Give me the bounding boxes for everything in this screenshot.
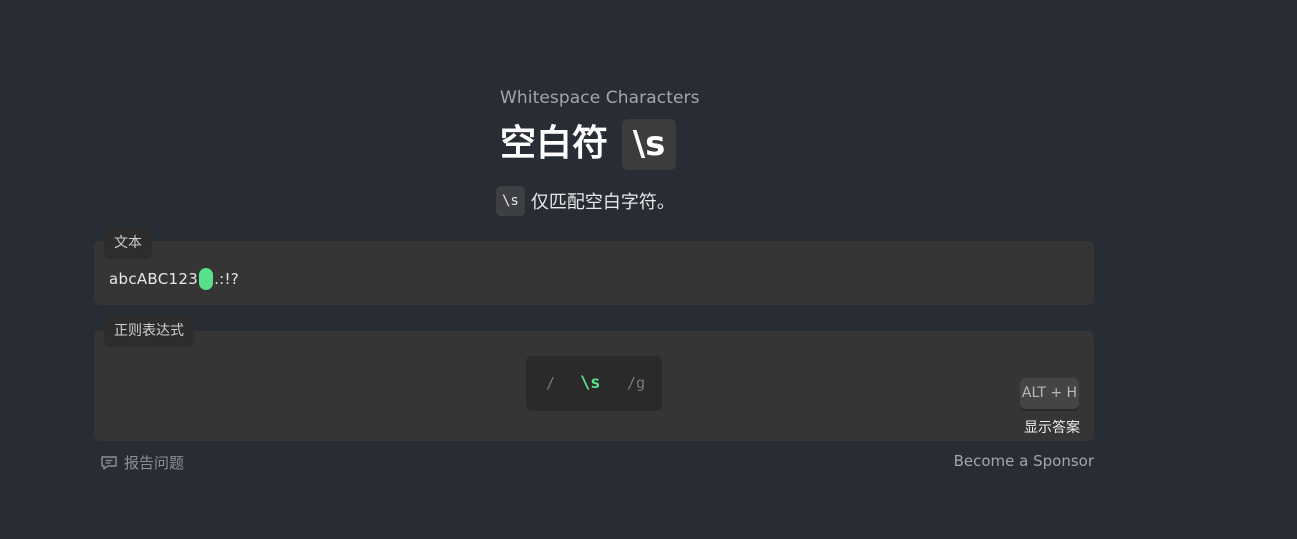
sample-text-after: .:!?	[214, 270, 240, 288]
lesson-subtitle: Whitespace Characters	[500, 88, 700, 108]
report-issue-label: 报告问题	[124, 454, 185, 472]
regex-pattern[interactable]: \s	[580, 373, 600, 393]
regex-panel-label: 正则表达式	[104, 315, 194, 347]
lesson-description: \s 仅匹配空白字符。	[496, 186, 675, 216]
description-code: \s	[496, 186, 525, 216]
show-answer-shortcut[interactable]: ALT + H	[1020, 378, 1079, 409]
comment-icon	[100, 454, 118, 472]
lesson-title-row: 空白符 \s	[500, 118, 677, 170]
text-panel	[94, 241, 1094, 305]
text-panel-label: 文本	[104, 227, 152, 259]
regex-flags: /g	[627, 374, 646, 392]
sample-text-before: abcABC123	[109, 270, 199, 288]
become-sponsor-link[interactable]: Become a Sponsor	[954, 452, 1094, 470]
page: Whitespace Characters 空白符 \s \s 仅匹配空白字符。…	[0, 0, 1297, 539]
sample-text: abcABC123 .:!?	[109, 268, 239, 290]
report-issue-link[interactable]: 报告问题	[100, 452, 184, 473]
lesson-title: 空白符	[500, 123, 609, 164]
lesson-title-code: \s	[622, 118, 677, 170]
whitespace-match-highlight	[199, 268, 214, 290]
regex-input[interactable]: / \s /g	[526, 356, 662, 411]
description-text: 仅匹配空白字符。	[530, 192, 675, 213]
show-answer-button[interactable]: 显示答案	[1024, 417, 1080, 437]
regex-open-delimiter: /	[546, 374, 556, 392]
